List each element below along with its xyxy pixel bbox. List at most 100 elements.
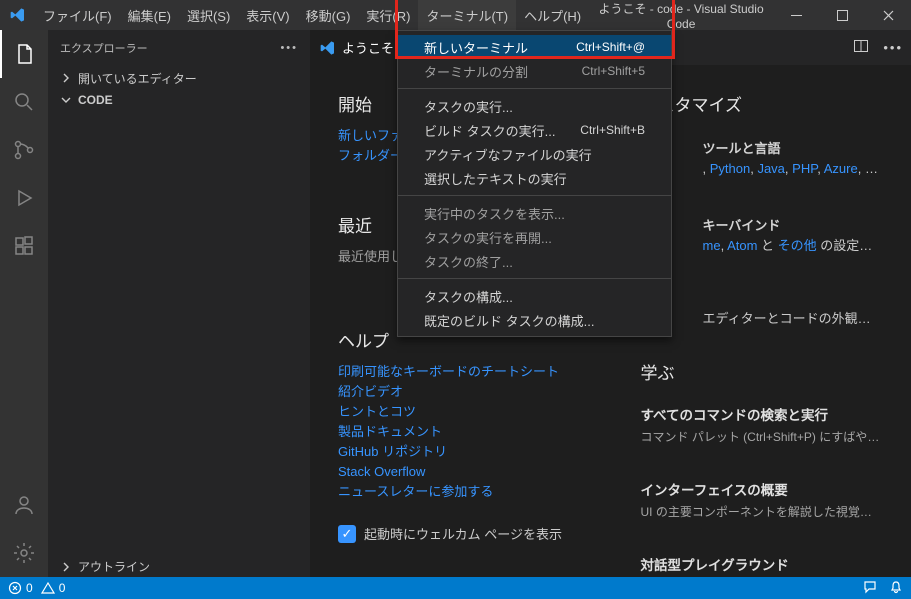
statusbar: 0 0 bbox=[0, 577, 911, 599]
checkbox-label: 起動時にウェルカム ページを表示 bbox=[364, 524, 562, 543]
menu-item: タスクの終了... bbox=[398, 249, 671, 273]
menu-item-shortcut: Ctrl+Shift+5 bbox=[582, 64, 645, 78]
customize-heading: カスタマイズ bbox=[641, 91, 884, 116]
menu-item[interactable]: 既定のビルド タスクの構成... bbox=[398, 308, 671, 332]
menu-edit[interactable]: 編集(E) bbox=[120, 0, 179, 30]
menu-item-label: タスクの実行を再開... bbox=[424, 228, 645, 247]
help-tips-link[interactable]: ヒントとコツ bbox=[338, 402, 581, 422]
activity-explorer-icon[interactable] bbox=[0, 30, 48, 78]
lang-java-link[interactable]: Java bbox=[757, 161, 784, 176]
activity-account-icon[interactable] bbox=[0, 481, 48, 529]
activity-debug-icon[interactable] bbox=[0, 174, 48, 222]
bind-sublime-link[interactable]: me bbox=[703, 238, 721, 253]
menu-item[interactable]: ビルド タスクの実行...Ctrl+Shift+B bbox=[398, 118, 671, 142]
learn-ui-card[interactable]: インターフェイスの概要 UI の主要コンポーネントを解説した視覚オーバー… bbox=[641, 469, 884, 530]
menubar: ファイル(F) 編集(E) 選択(S) 表示(V) 移動(G) 実行(R) ター… bbox=[35, 0, 589, 30]
menu-separator bbox=[398, 88, 671, 89]
explorer-title: エクスプローラー bbox=[60, 40, 280, 56]
status-errors[interactable]: 0 bbox=[8, 581, 33, 595]
bind-atom-link[interactable]: Atom bbox=[727, 238, 757, 253]
tab-label: ようこそ bbox=[342, 38, 394, 57]
split-editor-icon[interactable] bbox=[853, 38, 869, 57]
lang-azure-link[interactable]: Azure bbox=[824, 161, 858, 176]
maximize-button[interactable] bbox=[819, 0, 865, 30]
menu-help[interactable]: ヘルプ(H) bbox=[516, 0, 589, 30]
menu-item-label: ターミナルの分割 bbox=[424, 62, 582, 81]
welcome-right-col: カスタマイズ ツールと言語 , Python, Java, PHP, Azure… bbox=[641, 85, 884, 557]
help-intro-link[interactable]: 紹介ビデオ bbox=[338, 382, 581, 402]
menu-file[interactable]: ファイル(F) bbox=[35, 0, 120, 30]
lang-docker-link[interactable]: Dock… bbox=[865, 161, 883, 176]
help-github-link[interactable]: GitHub リポジトリ bbox=[338, 442, 581, 462]
menu-go[interactable]: 移動(G) bbox=[298, 0, 359, 30]
open-editors-section[interactable]: 開いているエディター bbox=[48, 67, 310, 89]
menu-item[interactable]: 新しいターミナルCtrl+Shift+@ bbox=[398, 35, 671, 59]
error-icon bbox=[8, 581, 22, 595]
activity-settings-icon[interactable] bbox=[0, 529, 48, 577]
titlebar: ファイル(F) 編集(E) 選択(S) 表示(V) 移動(G) 実行(R) ター… bbox=[0, 0, 911, 30]
learn-commands-card[interactable]: すべてのコマンドの検索と実行 コマンド パレット (Ctrl+Shift+P) … bbox=[641, 394, 884, 455]
close-button[interactable] bbox=[865, 0, 911, 30]
menu-item-label: 実行中のタスクを表示... bbox=[424, 204, 645, 223]
activity-extensions-icon[interactable] bbox=[0, 222, 48, 270]
menu-item-label: 既定のビルド タスクの構成... bbox=[424, 311, 645, 330]
theme-line: エディターとコードの外観を自由に設定します bbox=[703, 309, 884, 329]
explorer-sidebar: エクスプローラー ••• 開いているエディター CODE アウトライン bbox=[48, 30, 310, 577]
lang-python-link[interactable]: Python bbox=[710, 161, 750, 176]
card-title: インターフェイスの概要 bbox=[641, 479, 884, 499]
folder-section[interactable]: CODE bbox=[48, 89, 310, 111]
menu-item-shortcut: Ctrl+Shift+@ bbox=[576, 40, 645, 54]
chevron-down-icon bbox=[60, 94, 76, 106]
help-newsletter-link[interactable]: ニュースレターに参加する bbox=[338, 482, 581, 502]
menu-item-label: タスクの終了... bbox=[424, 252, 645, 271]
help-stack-link[interactable]: Stack Overflow bbox=[338, 462, 581, 482]
menu-select[interactable]: 選択(S) bbox=[179, 0, 238, 30]
card-title: すべてのコマンドの検索と実行 bbox=[641, 404, 884, 424]
menu-item[interactable]: タスクの実行... bbox=[398, 94, 671, 118]
bell-icon[interactable] bbox=[889, 580, 903, 597]
menu-item[interactable]: アクティブなファイルの実行 bbox=[398, 142, 671, 166]
menu-terminal[interactable]: ターミナル(T) bbox=[418, 0, 516, 30]
warning-icon bbox=[41, 581, 55, 595]
menu-separator bbox=[398, 278, 671, 279]
menu-item-label: タスクの構成... bbox=[424, 287, 645, 306]
menu-item[interactable]: 選択したテキストの実行 bbox=[398, 166, 671, 190]
menu-separator bbox=[398, 195, 671, 196]
more-icon[interactable]: ••• bbox=[280, 42, 298, 54]
vscode-logo-icon bbox=[0, 7, 35, 23]
feedback-icon[interactable] bbox=[863, 580, 877, 597]
chevron-right-icon bbox=[60, 561, 76, 573]
menu-run[interactable]: 実行(R) bbox=[358, 0, 418, 30]
explorer-header: エクスプローラー ••• bbox=[48, 30, 310, 65]
menu-item-shortcut: Ctrl+Shift+B bbox=[580, 123, 645, 137]
window-controls bbox=[773, 0, 911, 30]
menu-item: ターミナルの分割Ctrl+Shift+5 bbox=[398, 59, 671, 83]
activitybar bbox=[0, 30, 48, 577]
learn-playground-card[interactable]: 対話型プレイグラウンド bbox=[641, 544, 884, 577]
chevron-right-icon bbox=[60, 72, 76, 84]
help-docs-link[interactable]: 製品ドキュメント bbox=[338, 422, 581, 442]
menu-item: タスクの実行を再開... bbox=[398, 225, 671, 249]
help-cheatsheet-link[interactable]: 印刷可能なキーボードのチートシート bbox=[338, 362, 581, 382]
more-icon[interactable]: ••• bbox=[883, 40, 903, 55]
bind-other-link[interactable]: その他 bbox=[778, 238, 817, 253]
activity-search-icon[interactable] bbox=[0, 78, 48, 126]
warnings-count: 0 bbox=[59, 581, 66, 595]
outline-section[interactable]: アウトライン bbox=[48, 555, 310, 577]
lang-php-link[interactable]: PHP bbox=[792, 161, 817, 176]
bind-subheading: キーバインド bbox=[703, 215, 884, 234]
tools-line: , Python, Java, PHP, Azure, Dock… bbox=[703, 159, 884, 179]
checkbox-checked-icon: ✓ bbox=[338, 525, 356, 543]
menu-item-label: 新しいターミナル bbox=[424, 38, 576, 57]
menu-view[interactable]: 表示(V) bbox=[238, 0, 297, 30]
terminal-dropdown: 新しいターミナルCtrl+Shift+@ターミナルの分割Ctrl+Shift+5… bbox=[397, 30, 672, 337]
show-welcome-checkbox[interactable]: ✓ 起動時にウェルカム ページを表示 bbox=[338, 524, 581, 543]
activity-scm-icon[interactable] bbox=[0, 126, 48, 174]
menu-item[interactable]: タスクの構成... bbox=[398, 284, 671, 308]
status-warnings[interactable]: 0 bbox=[41, 581, 66, 595]
tab-welcome[interactable]: ようこそ bbox=[310, 30, 404, 65]
minimize-button[interactable] bbox=[773, 0, 819, 30]
vscode-icon bbox=[320, 40, 336, 56]
bind-line: me, Atom と その他 の設定とキーボ… bbox=[703, 236, 884, 256]
menu-item-label: 選択したテキストの実行 bbox=[424, 169, 645, 188]
